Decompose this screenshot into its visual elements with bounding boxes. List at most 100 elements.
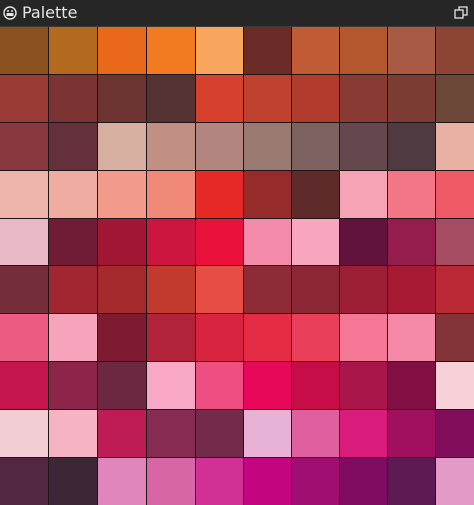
color-swatch[interactable] bbox=[98, 218, 146, 266]
color-swatch[interactable] bbox=[388, 122, 435, 170]
color-swatch[interactable] bbox=[196, 266, 243, 314]
color-swatch[interactable] bbox=[292, 170, 339, 218]
color-swatch[interactable] bbox=[98, 266, 146, 314]
color-swatch[interactable] bbox=[196, 362, 243, 410]
color-swatch[interactable] bbox=[98, 27, 146, 74]
color-swatch[interactable] bbox=[244, 74, 291, 122]
color-swatch[interactable] bbox=[196, 122, 243, 170]
color-swatch[interactable] bbox=[0, 410, 48, 458]
color-swatch[interactable] bbox=[436, 27, 474, 74]
color-swatch[interactable] bbox=[98, 362, 146, 410]
color-swatch[interactable] bbox=[49, 218, 97, 266]
color-swatch[interactable] bbox=[0, 74, 48, 122]
color-swatch[interactable] bbox=[388, 362, 435, 410]
color-swatch[interactable] bbox=[388, 170, 435, 218]
color-swatch[interactable] bbox=[340, 122, 387, 170]
color-swatch[interactable] bbox=[244, 314, 291, 362]
color-swatch[interactable] bbox=[292, 314, 339, 362]
color-swatch[interactable] bbox=[49, 314, 97, 362]
color-swatch[interactable] bbox=[436, 362, 474, 410]
color-swatch[interactable] bbox=[0, 27, 48, 74]
color-swatch[interactable] bbox=[0, 218, 48, 266]
color-swatch[interactable] bbox=[292, 266, 339, 314]
color-swatch[interactable] bbox=[244, 218, 291, 266]
color-swatch[interactable] bbox=[244, 27, 291, 74]
color-swatch[interactable] bbox=[388, 74, 435, 122]
color-swatch[interactable] bbox=[292, 458, 339, 505]
color-swatch[interactable] bbox=[147, 458, 195, 505]
color-swatch[interactable] bbox=[436, 170, 474, 218]
color-swatch[interactable] bbox=[436, 122, 474, 170]
color-swatch[interactable] bbox=[292, 218, 339, 266]
color-swatch[interactable] bbox=[340, 266, 387, 314]
color-swatch[interactable] bbox=[340, 314, 387, 362]
color-swatch[interactable] bbox=[292, 27, 339, 74]
color-swatch[interactable] bbox=[388, 27, 435, 74]
color-swatch[interactable] bbox=[49, 27, 97, 74]
color-swatch[interactable] bbox=[0, 122, 48, 170]
color-swatch[interactable] bbox=[49, 170, 97, 218]
color-swatch[interactable] bbox=[340, 458, 387, 505]
color-swatch[interactable] bbox=[49, 266, 97, 314]
color-swatch[interactable] bbox=[436, 458, 474, 505]
color-swatch[interactable] bbox=[147, 218, 195, 266]
color-swatch[interactable] bbox=[292, 410, 339, 458]
color-swatch[interactable] bbox=[196, 170, 243, 218]
color-swatch[interactable] bbox=[196, 458, 243, 505]
color-swatch[interactable] bbox=[147, 27, 195, 74]
color-swatch[interactable] bbox=[388, 410, 435, 458]
color-swatch[interactable] bbox=[340, 74, 387, 122]
color-swatch[interactable] bbox=[196, 27, 243, 74]
color-swatch[interactable] bbox=[340, 362, 387, 410]
color-swatch[interactable] bbox=[340, 27, 387, 74]
color-swatch[interactable] bbox=[436, 314, 474, 362]
color-swatch[interactable] bbox=[0, 266, 48, 314]
undock-icon[interactable] bbox=[454, 6, 468, 20]
color-swatch[interactable] bbox=[244, 410, 291, 458]
color-swatch[interactable] bbox=[147, 410, 195, 458]
color-swatch[interactable] bbox=[388, 266, 435, 314]
color-swatch[interactable] bbox=[292, 74, 339, 122]
color-swatch[interactable] bbox=[196, 314, 243, 362]
color-swatch[interactable] bbox=[340, 410, 387, 458]
color-swatch[interactable] bbox=[98, 410, 146, 458]
color-swatch[interactable] bbox=[147, 266, 195, 314]
color-swatch[interactable] bbox=[147, 362, 195, 410]
color-swatch[interactable] bbox=[436, 74, 474, 122]
color-swatch[interactable] bbox=[436, 218, 474, 266]
color-swatch[interactable] bbox=[196, 74, 243, 122]
color-swatch[interactable] bbox=[147, 314, 195, 362]
color-swatch[interactable] bbox=[388, 458, 435, 505]
color-swatch[interactable] bbox=[147, 74, 195, 122]
color-swatch[interactable] bbox=[340, 218, 387, 266]
color-swatch[interactable] bbox=[0, 170, 48, 218]
color-swatch[interactable] bbox=[0, 458, 48, 505]
color-swatch[interactable] bbox=[292, 122, 339, 170]
color-swatch[interactable] bbox=[49, 122, 97, 170]
color-swatch[interactable] bbox=[436, 410, 474, 458]
color-swatch[interactable] bbox=[98, 314, 146, 362]
color-swatch[interactable] bbox=[147, 170, 195, 218]
color-swatch[interactable] bbox=[244, 170, 291, 218]
color-swatch[interactable] bbox=[244, 266, 291, 314]
panel-titlebar[interactable]: Palette bbox=[0, 0, 474, 27]
color-swatch[interactable] bbox=[98, 122, 146, 170]
color-swatch[interactable] bbox=[388, 314, 435, 362]
color-swatch[interactable] bbox=[244, 458, 291, 505]
color-swatch[interactable] bbox=[98, 458, 146, 505]
color-swatch[interactable] bbox=[436, 266, 474, 314]
color-swatch[interactable] bbox=[292, 362, 339, 410]
color-swatch[interactable] bbox=[0, 314, 48, 362]
color-swatch[interactable] bbox=[49, 362, 97, 410]
color-swatch[interactable] bbox=[49, 74, 97, 122]
color-swatch[interactable] bbox=[147, 122, 195, 170]
color-swatch[interactable] bbox=[244, 122, 291, 170]
color-swatch[interactable] bbox=[98, 74, 146, 122]
color-swatch[interactable] bbox=[49, 458, 97, 505]
color-swatch[interactable] bbox=[340, 170, 387, 218]
color-swatch[interactable] bbox=[196, 410, 243, 458]
color-swatch[interactable] bbox=[0, 362, 48, 410]
color-swatch[interactable] bbox=[244, 362, 291, 410]
color-swatch[interactable] bbox=[388, 218, 435, 266]
color-swatch[interactable] bbox=[49, 410, 97, 458]
